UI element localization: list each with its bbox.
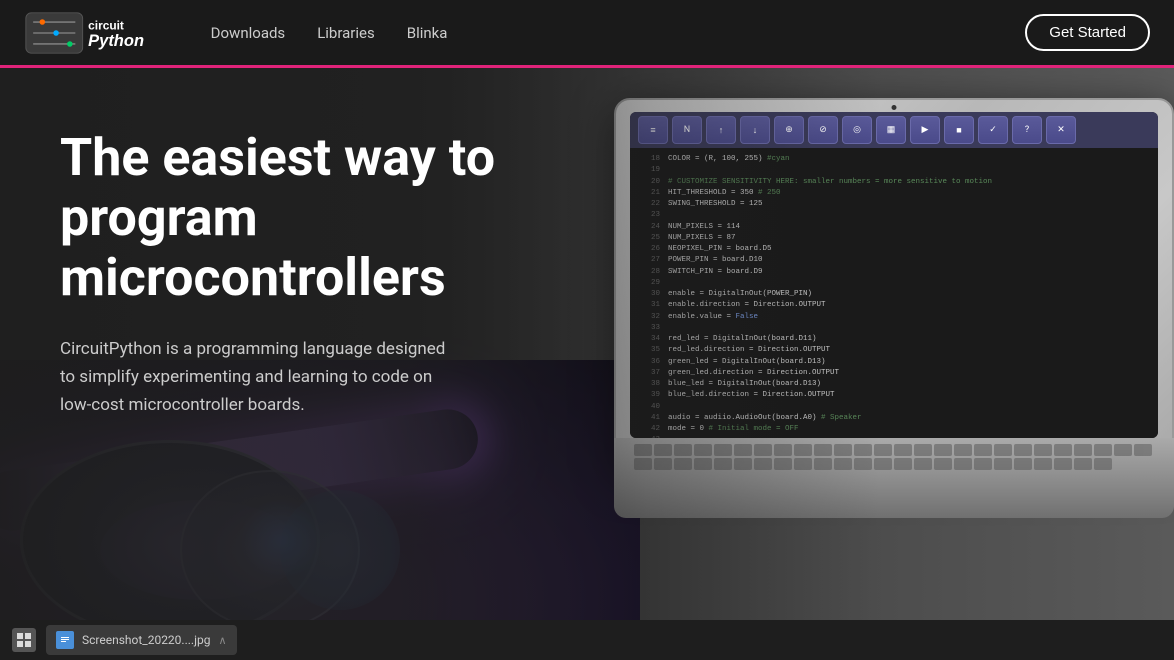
nav-link-blinka[interactable]: Blinka <box>407 24 448 42</box>
hero-content: The easiest way to program microcontroll… <box>60 128 560 420</box>
taskbar-start-icon[interactable] <box>12 628 36 652</box>
taskbar-file-icon <box>56 631 74 649</box>
navbar-cta: Get Started <box>1025 14 1150 51</box>
hero-section: The easiest way to program microcontroll… <box>0 68 1174 660</box>
taskbar-file-item[interactable]: Screenshot_20220....jpg ∧ <box>46 625 237 655</box>
svg-text:Python: Python <box>88 31 144 49</box>
taskbar: Screenshot_20220....jpg ∧ <box>0 620 1174 660</box>
nav-link-libraries[interactable]: Libraries <box>317 24 375 42</box>
taskbar-file-name: Screenshot_20220....jpg <box>82 633 210 647</box>
hero-title: The easiest way to program microcontroll… <box>60 128 560 307</box>
hero-description: CircuitPython is a programming language … <box>60 335 460 419</box>
get-started-button[interactable]: Get Started <box>1025 14 1150 51</box>
navbar-links: Downloads Libraries Blinka <box>211 24 1026 42</box>
nav-link-downloads[interactable]: Downloads <box>211 24 286 42</box>
svg-text:circuit: circuit <box>88 18 124 32</box>
taskbar-file-arrow[interactable]: ∧ <box>218 634 226 647</box>
navbar: circuit Python Downloads Libraries Blink… <box>0 0 1174 68</box>
logo[interactable]: circuit Python <box>24 11 171 55</box>
